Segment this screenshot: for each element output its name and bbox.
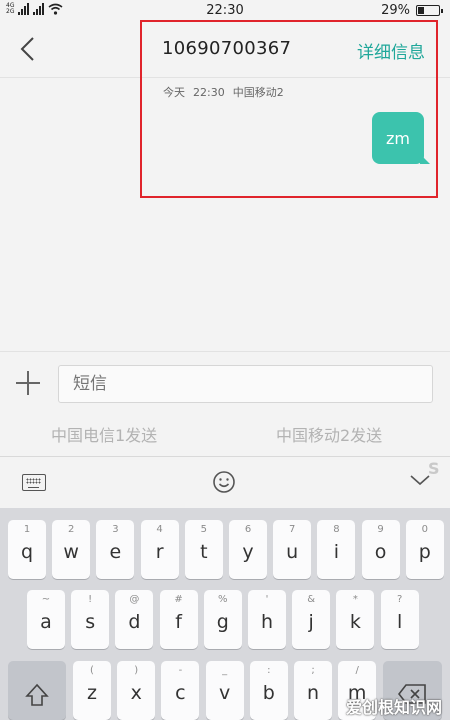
key-letter: w — [63, 541, 79, 563]
key-hint: _ — [222, 665, 228, 676]
key-x[interactable]: ) x — [117, 661, 156, 720]
message-input[interactable] — [58, 365, 433, 403]
key-hint: 1 — [23, 524, 31, 535]
key-letter: o — [374, 541, 387, 563]
key-letter: b — [262, 682, 275, 704]
key-hint: ( — [90, 665, 94, 676]
key-l[interactable]: ? l — [380, 590, 419, 649]
key-letter: f — [175, 611, 182, 633]
key-letter: l — [396, 611, 403, 633]
key-letter: x — [130, 682, 142, 704]
key-o[interactable]: 9o — [361, 520, 400, 579]
key-letter: a — [40, 611, 52, 633]
key-hint: ? — [396, 594, 403, 605]
key-h[interactable]: ' h — [248, 590, 286, 649]
send-sim1-button[interactable]: 中国电信1发送 — [51, 422, 157, 446]
key-letter: h — [260, 611, 274, 633]
send-sim2-button[interactable]: 中国移动2发送 — [276, 422, 382, 446]
shift-icon — [25, 683, 49, 706]
add-attachment-icon[interactable] — [16, 371, 40, 395]
key-letter: r — [155, 541, 164, 563]
key-v[interactable]: _ v — [205, 661, 244, 720]
key-w[interactable]: 2w — [52, 520, 91, 579]
key-n[interactable]: ; n — [294, 661, 332, 720]
key-hint: & — [307, 594, 316, 605]
key-t[interactable]: 5t — [184, 520, 223, 579]
key-c[interactable]: -c — [161, 661, 200, 720]
key-hint: * — [352, 594, 358, 605]
key-hint: - — [178, 665, 183, 676]
key-a[interactable]: ~ a — [27, 590, 65, 649]
key-hint: ~ — [41, 594, 51, 605]
key-r[interactable]: 4r — [140, 520, 179, 579]
key-hint: 5 — [200, 524, 207, 535]
key-letter: s — [85, 611, 96, 633]
key-letter: i — [333, 541, 340, 563]
key-s[interactable]: ! s — [71, 590, 110, 649]
key-i[interactable]: 8i — [317, 520, 356, 579]
key-e[interactable]: 3e — [96, 520, 135, 579]
key-hint: 6 — [244, 524, 252, 535]
key-letter: e — [109, 541, 122, 563]
key-b[interactable]: :b — [249, 661, 288, 720]
collapse-keyboard-icon[interactable] — [410, 473, 430, 487]
key-hint: 8 — [333, 524, 340, 535]
keyboard-toolbar: S — [0, 456, 450, 508]
key-letter: t — [200, 541, 208, 563]
highlight-annotation-box — [140, 20, 438, 198]
key-letter: q — [20, 541, 34, 563]
battery-percentage: 29% — [381, 3, 410, 18]
virtual-keyboard: 1 q 2 w 3 e 4 r 5 t 6 y 7 u 8 i 9 o 0 p ~ a! s @ d # f% g ' h & j * k? l(z… — [0, 508, 450, 720]
shift-key[interactable] — [8, 661, 66, 720]
key-hint: ! — [88, 594, 93, 605]
key-letter: y — [242, 541, 254, 563]
key-hint: 7 — [289, 524, 296, 535]
key-hint: @ — [129, 594, 140, 605]
key-y[interactable]: 6y — [229, 520, 267, 579]
key-f[interactable]: # f — [159, 590, 198, 649]
key-z[interactable]: (z — [73, 661, 111, 720]
key-hint: : — [267, 665, 271, 676]
key-letter: d — [128, 611, 141, 633]
key-hint: 4 — [156, 524, 163, 535]
compose-area: 中国电信1发送 中国移动2发送 — [0, 351, 450, 456]
watermark-text: 爱创根知识网 — [345, 698, 442, 717]
key-u[interactable]: 7u — [273, 520, 312, 579]
key-hint: # — [174, 594, 183, 605]
back-arrow-icon[interactable] — [14, 34, 44, 64]
key-g[interactable]: % g — [203, 590, 242, 649]
key-hint: % — [218, 594, 228, 605]
key-letter: c — [175, 682, 186, 704]
emoji-icon[interactable] — [212, 470, 236, 494]
key-letter: z — [87, 682, 97, 704]
key-hint: 3 — [112, 524, 119, 535]
key-j[interactable]: & j — [292, 590, 331, 649]
key-p[interactable]: 0p — [405, 520, 444, 579]
key-hint: 0 — [421, 524, 428, 535]
key-letter: v — [218, 682, 231, 704]
key-hint: ; — [311, 665, 315, 676]
keyboard-icon[interactable] — [22, 474, 46, 491]
battery-icon — [416, 5, 443, 16]
key-letter: n — [306, 682, 320, 704]
key-hint: ) — [134, 665, 139, 676]
key-letter: k — [349, 611, 361, 633]
key-hint: / — [355, 665, 359, 676]
key-hint: ' — [265, 594, 269, 605]
ime-logo-icon: S — [428, 459, 440, 478]
key-hint: 9 — [377, 524, 384, 535]
key-letter: u — [286, 541, 299, 563]
key-letter: j — [308, 611, 314, 633]
key-k[interactable]: * k — [336, 590, 375, 649]
status-bar: 4G 2G 22:30 29% — [0, 0, 450, 22]
key-letter: g — [216, 611, 229, 633]
key-d[interactable]: @ d — [115, 590, 154, 649]
key-letter: p — [418, 541, 431, 563]
key-q[interactable]: 1q — [8, 520, 46, 579]
key-hint: 2 — [68, 524, 75, 535]
